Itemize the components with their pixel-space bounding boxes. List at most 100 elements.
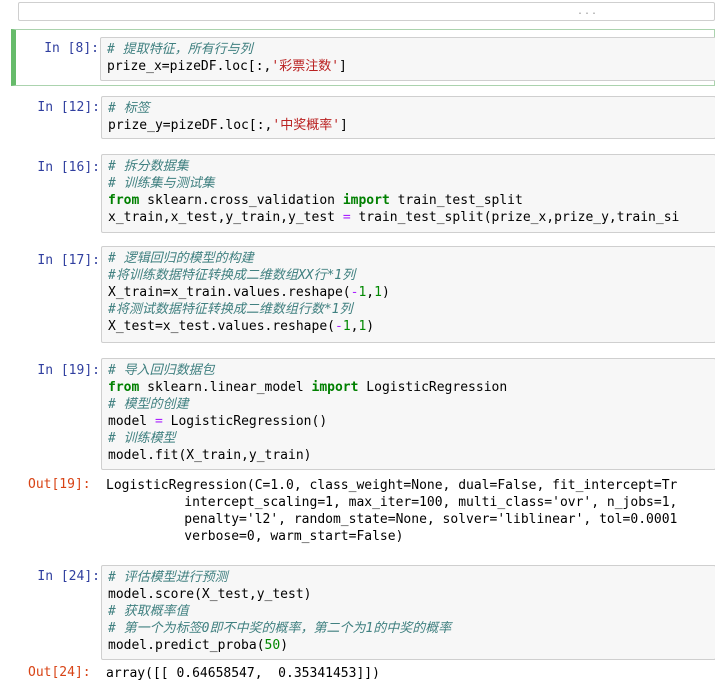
code-comment: # 模型的创建 xyxy=(108,397,189,412)
output-text: LogisticRegression(C=1.0, class_weight=N… xyxy=(106,477,677,545)
code-line: # 导入回归数据包 xyxy=(108,362,709,379)
code-line: # 第一个为标签0即不中奖的概率，第二个为1的中奖的概率 xyxy=(108,620,709,637)
code-comment: # 导入回归数据包 xyxy=(108,363,215,378)
code-string: '中奖概率' xyxy=(272,118,341,133)
code-line: prize_y=pizeDF.loc[:,'中奖概率'] xyxy=(108,117,709,134)
code-comment: # 拆分数据集 xyxy=(108,159,189,174)
code-token: LogisticRegression xyxy=(358,380,508,395)
code-text: # 评估模型进行预测 model.score(X_test,y_test) # 获取… xyxy=(102,566,715,654)
output-line: verbose=0, warm_start=False) xyxy=(106,529,404,544)
code-token: train_test_split xyxy=(389,193,523,208)
code-line: from sklearn.linear_model import Logisti… xyxy=(108,379,709,396)
code-comment: # 标签 xyxy=(108,101,150,116)
code-string: '彩票注数' xyxy=(271,59,340,74)
code-line: # 训练集与测试集 xyxy=(108,175,709,192)
code-number: 1 xyxy=(342,319,351,334)
code-cell-in-19[interactable]: In [19]: # 导入回归数据包 from sklearn.linear_mo… xyxy=(11,353,715,471)
code-token: model xyxy=(108,414,155,429)
code-text: # 提取特征，所有行与列 prize_x=pizeDF.loc[:,'彩票注数'] xyxy=(101,38,715,75)
code-cell-in-16[interactable]: In [16]: # 拆分数据集 # 训练集与测试集 from sklearn.cr… xyxy=(11,149,715,236)
code-line: model.score(X_test,y_test) xyxy=(108,586,709,603)
code-token: LogisticRegression() xyxy=(162,414,328,429)
code-comment: # 第一个为标签0即不中奖的概率，第二个为1的中奖的概率 xyxy=(108,621,452,636)
code-token: ] xyxy=(339,59,347,74)
code-token: ) xyxy=(280,638,289,653)
output-text: array([[ 0.64658547, 0.35341453]]) xyxy=(106,665,380,682)
code-number: 1 xyxy=(374,285,382,300)
code-line: model.fit(X_train,y_train) xyxy=(108,447,709,464)
code-cell-in-17[interactable]: In [17]: # 逻辑回归的模型的构建 #将训练数据特征转换成二维数组XX行*… xyxy=(11,240,715,345)
code-editor[interactable]: # 提取特征，所有行与列 prize_x=pizeDF.loc[:,'彩票注数'] xyxy=(100,37,715,81)
input-prompt: In [16]: xyxy=(37,160,100,175)
code-editor[interactable]: # 逻辑回归的模型的构建 #将训练数据特征转换成二维数组XX行*1列 X_train… xyxy=(101,246,715,343)
code-comment: # 训练集与测试集 xyxy=(108,176,215,191)
code-token: ) xyxy=(366,319,375,334)
output-prompt: Out[24]: xyxy=(28,665,91,680)
code-editor[interactable]: # 拆分数据集 # 训练集与测试集 from sklearn.cross_valid… xyxy=(101,154,715,233)
input-prompt: In [19]: xyxy=(37,363,100,378)
code-comment: # 逻辑回归的模型的构建 xyxy=(108,251,254,266)
code-token: , xyxy=(366,285,375,300)
output-line: intercept_scaling=1, max_iter=100, multi… xyxy=(106,495,678,510)
code-line: X_train=x_train.values.reshape(-1,1) xyxy=(108,284,709,301)
code-line: #将训练数据特征转换成二维数组XX行*1列 xyxy=(108,267,709,284)
input-prompt: In [12]: xyxy=(37,100,100,115)
code-line: x_train,x_test,y_train,y_test = train_te… xyxy=(108,209,709,226)
collapsed-output-cell[interactable]: ... xyxy=(18,2,715,21)
input-prompt: In [24]: xyxy=(37,569,100,584)
output-line: penalty='l2', random_state=None, solver=… xyxy=(106,512,678,527)
code-keyword: from xyxy=(108,380,140,395)
code-cell-in-24[interactable]: In [24]: # 评估模型进行预测 model.score(X_test,y_… xyxy=(11,560,715,660)
code-keyword: import xyxy=(342,193,390,208)
code-text: # 逻辑回归的模型的构建 #将训练数据特征转换成二维数组XX行*1列 X_train… xyxy=(102,247,715,335)
output-line: array([[ 0.64658547, 0.35341453]]) xyxy=(106,666,380,681)
code-editor[interactable]: # 标签 prize_y=pizeDF.loc[:,'中奖概率'] xyxy=(101,96,715,139)
code-line: X_test=x_test.values.reshape(-1,1) xyxy=(108,318,709,335)
code-line: # 标签 xyxy=(108,100,709,117)
code-operator: = xyxy=(154,414,163,429)
code-text: # 导入回归数据包 from sklearn.linear_model impor… xyxy=(102,359,715,464)
code-line: # 训练模型 xyxy=(108,430,709,447)
code-editor[interactable]: # 评估模型进行预测 model.score(X_test,y_test) # 获取… xyxy=(101,565,715,660)
code-line: model = LogisticRegression() xyxy=(108,413,709,430)
code-token: model.predict_proba( xyxy=(108,638,265,653)
code-token: sklearn.linear_model xyxy=(139,380,312,395)
code-comment: # 评估模型进行预测 xyxy=(108,570,228,585)
code-line: prize_x=pizeDF.loc[:,'彩票注数'] xyxy=(107,58,713,75)
code-token: ] xyxy=(340,118,348,133)
output-cell-out-19: Out[19]: LogisticRegression(C=1.0, class… xyxy=(11,472,715,547)
code-token: sklearn.cross_validation xyxy=(139,193,343,208)
code-line: # 模型的创建 xyxy=(108,396,709,413)
code-line: # 提取特征，所有行与列 xyxy=(107,41,713,58)
code-line: from sklearn.cross_validation import tra… xyxy=(108,192,709,209)
code-token: prize_x=pizeDF.loc[:, xyxy=(107,59,272,74)
input-prompt: In [8]: xyxy=(44,41,99,56)
code-cell-in-8[interactable]: In [8]: # 提取特征，所有行与列 prize_x=pizeDF.loc[:… xyxy=(11,29,715,86)
code-line: # 拆分数据集 xyxy=(108,158,709,175)
code-token: x_train,x_test,y_train,y_test xyxy=(108,210,343,225)
code-editor[interactable]: # 导入回归数据包 from sklearn.linear_model impor… xyxy=(101,358,715,470)
code-token: train_test_split(prize_x,prize_y,train_s… xyxy=(350,210,680,225)
collapsed-ellipsis[interactable]: ... xyxy=(577,6,598,17)
output-line: LogisticRegression(C=1.0, class_weight=N… xyxy=(106,478,678,493)
code-keyword: from xyxy=(108,193,140,208)
code-number: 50 xyxy=(264,638,281,653)
code-line: # 评估模型进行预测 xyxy=(108,569,709,586)
code-line: #将测试数据特征转换成二维数组行数*1列 xyxy=(108,301,709,318)
code-token: X_train=x_train.values.reshape( xyxy=(108,285,351,300)
code-keyword: import xyxy=(311,380,359,395)
code-token: model.fit(X_train,y_train) xyxy=(108,448,312,463)
code-line: # 获取概率值 xyxy=(108,603,709,620)
code-comment: #将训练数据特征转换成二维数组XX行*1列 xyxy=(108,268,356,283)
code-text: # 拆分数据集 # 训练集与测试集 from sklearn.cross_valid… xyxy=(102,155,715,226)
code-operator: - xyxy=(334,319,343,334)
code-cell-in-12[interactable]: In [12]: # 标签 prize_y=pizeDF.loc[:,'中奖概率'… xyxy=(11,90,715,144)
code-token: X_test=x_test.values.reshape( xyxy=(108,319,335,334)
code-comment: #将测试数据特征转换成二维数组行数*1列 xyxy=(108,302,353,317)
code-text: # 标签 prize_y=pizeDF.loc[:,'中奖概率'] xyxy=(102,97,715,134)
code-comment: # 训练模型 xyxy=(108,431,176,446)
output-prompt: Out[19]: xyxy=(28,477,91,492)
code-comment: # 提取特征，所有行与列 xyxy=(107,42,253,57)
code-line: model.predict_proba(50) xyxy=(108,637,709,654)
code-token: prize_y=pizeDF.loc[:, xyxy=(108,118,273,133)
